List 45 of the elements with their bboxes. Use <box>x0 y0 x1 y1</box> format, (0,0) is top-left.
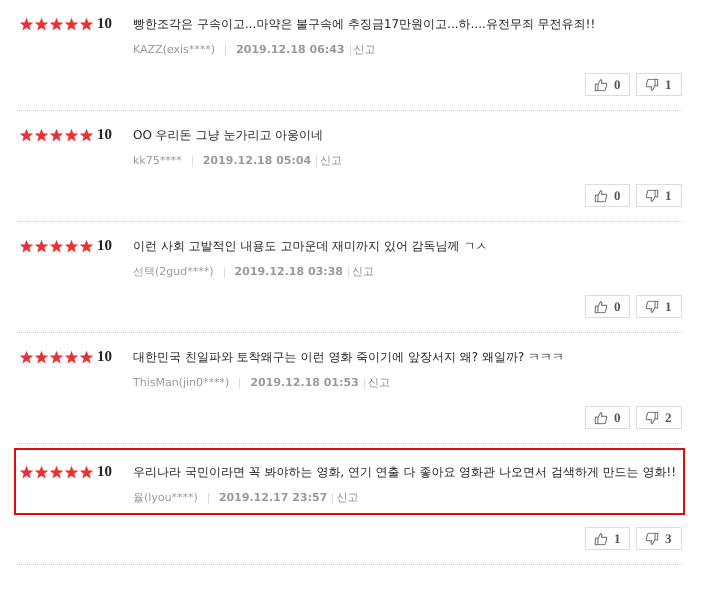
author: KAZZ(exis****) <box>133 42 216 58</box>
score: 10 <box>96 126 113 145</box>
thumbs-down-icon <box>645 532 659 546</box>
thumbs-up-icon <box>594 410 608 424</box>
review-text: 빵한조각은 구속이고...마약은 불구속에 추징금17만원이고...하....유전무죄 무전유죄!! <box>133 16 596 33</box>
like-button[interactable]: 0 <box>585 295 630 318</box>
author: 율(lyou****) <box>133 490 198 506</box>
report-link[interactable]: 신고 <box>352 263 374 281</box>
dislike-button[interactable]: 1 <box>636 73 682 96</box>
score: 10 <box>96 348 113 367</box>
thumbs-down-icon <box>645 300 659 314</box>
score: 10 <box>96 463 113 482</box>
review-text: 우리나라 국민이라면 꼭 봐야하는 영화, 연기 연출 다 좋아요 영화관 나오면서 검색하게 만드는 영화!! <box>133 464 678 481</box>
date: 2019.12.17 23:57 <box>218 490 328 506</box>
review-text: 이런 사회 고발적인 내용도 고마운데 재미까지 있어 감독님께 ㄱㅅ <box>133 238 489 255</box>
like-button[interactable]: 1 <box>585 527 630 550</box>
author: kk75**** <box>133 153 182 169</box>
thumbs-up-icon <box>594 532 608 546</box>
report-link[interactable]: 신고 <box>354 41 376 59</box>
like-button[interactable]: 0 <box>585 406 630 429</box>
author: ThisMan(jin0****) <box>133 375 230 391</box>
review-text: 대한민국 친일파와 토착왜구는 이런 영화 죽이기에 앞장서지 왜? 왜일까? ㅋㅋㅋ <box>133 349 566 366</box>
dislike-button[interactable]: 3 <box>636 527 682 550</box>
date: 2019.12.18 06:43 <box>236 42 345 58</box>
score: 10 <box>96 237 113 256</box>
thumbs-down-icon <box>645 410 659 424</box>
thumbs-up-icon <box>594 300 608 314</box>
report-link[interactable]: 신고 <box>336 489 358 507</box>
date: 2019.12.18 03:38 <box>234 264 343 280</box>
thumbs-down-icon <box>645 78 659 92</box>
thumbs-up-icon <box>594 78 608 92</box>
date: 2019.12.18 01:53 <box>250 375 359 391</box>
dislike-button[interactable]: 2 <box>636 406 682 429</box>
like-button[interactable]: 0 <box>585 73 630 96</box>
like-button[interactable]: 0 <box>585 184 630 207</box>
date: 2019.12.18 05:04 <box>202 153 312 169</box>
report-link[interactable]: 신고 <box>320 152 342 170</box>
dislike-button[interactable]: 1 <box>636 184 682 207</box>
score: 10 <box>96 15 113 34</box>
report-link[interactable]: 신고 <box>368 374 390 392</box>
thumbs-up-icon <box>594 188 608 202</box>
dislike-button[interactable]: 1 <box>636 295 682 318</box>
review-text: OO 우리돈 그냥 눈가리고 아웅이네 <box>133 127 324 144</box>
thumbs-down-icon <box>645 188 659 202</box>
author: 선택(2gud****) <box>133 264 214 280</box>
